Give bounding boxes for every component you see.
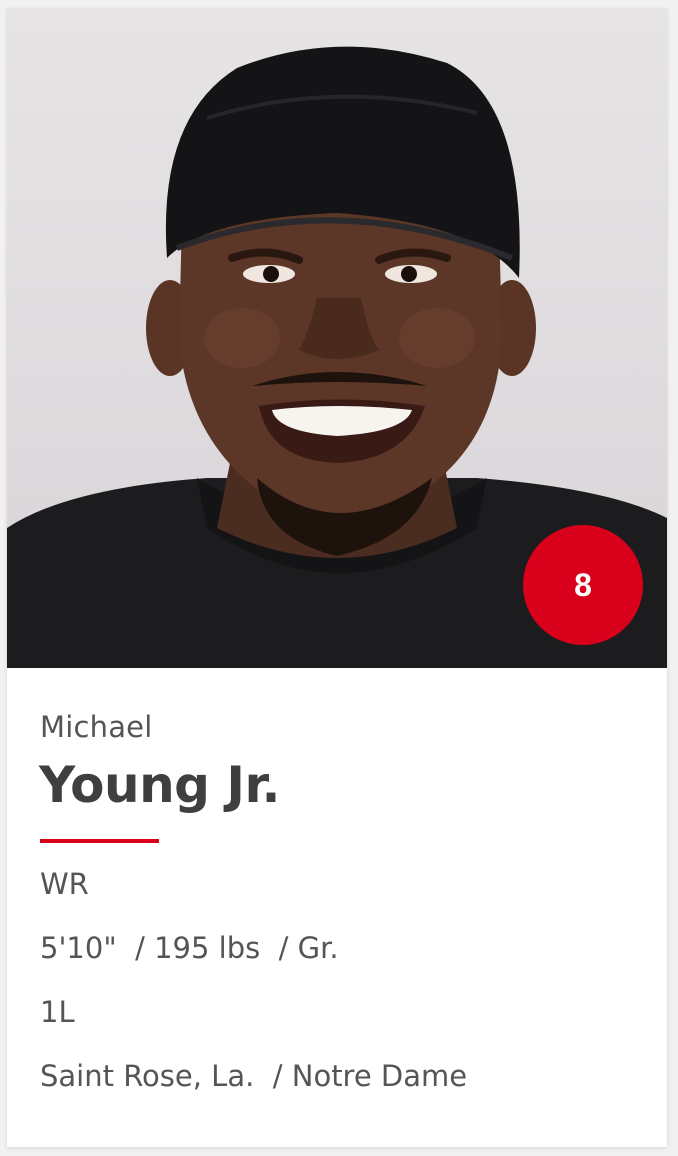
jersey-number-badge: 8 <box>523 525 643 645</box>
player-position: WR <box>40 867 89 901</box>
player-first-name[interactable]: Michael <box>40 710 152 744</box>
player-last-name[interactable]: Young Jr. <box>39 756 280 814</box>
roster-card[interactable]: 8 Michael Young Jr. WR 5'10" / 195 lbs /… <box>7 8 667 1147</box>
player-experience: 1L <box>40 995 75 1029</box>
player-measurables: 5'10" / 195 lbs / Gr. <box>40 931 339 965</box>
player-hometown: Saint Rose, La. / Notre Dame <box>40 1059 468 1093</box>
accent-divider <box>40 839 159 843</box>
player-photo[interactable]: 8 <box>7 8 667 668</box>
